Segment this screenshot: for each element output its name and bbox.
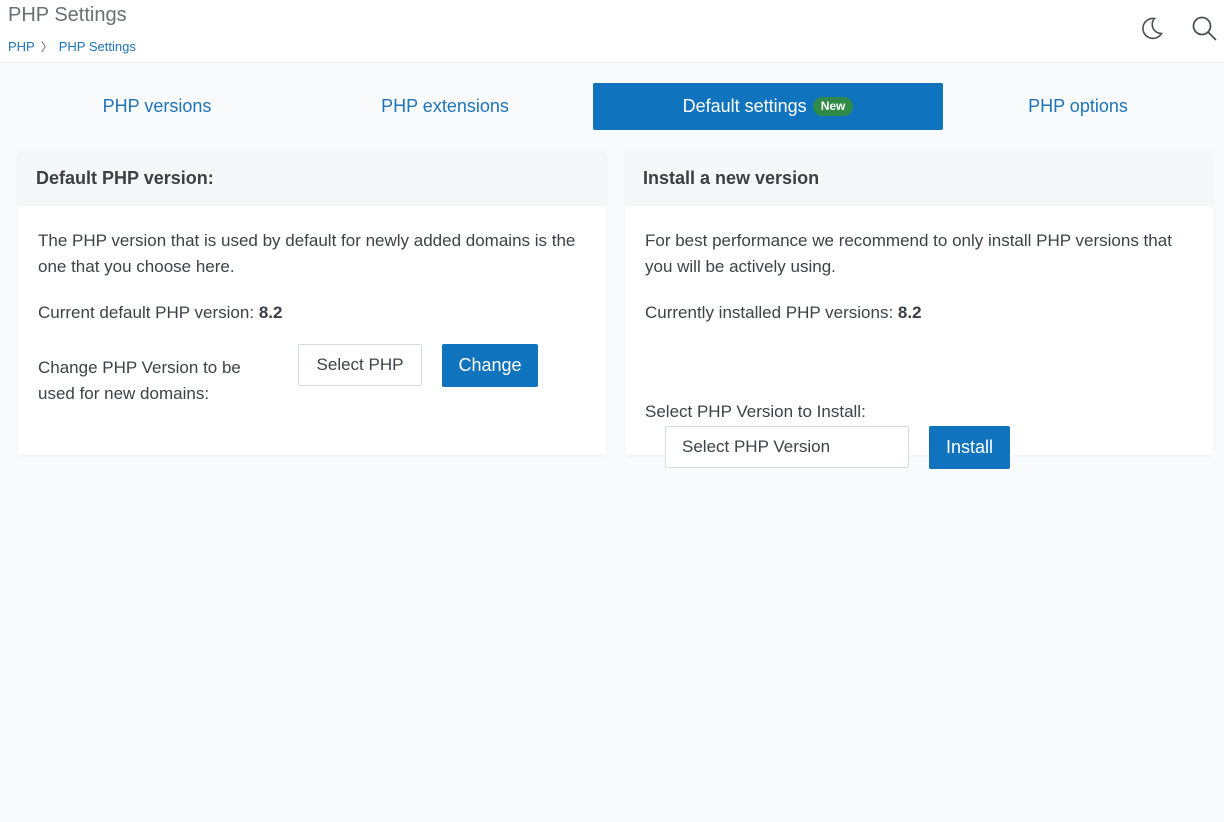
- card-description: The PHP version that is used by default …: [38, 231, 576, 276]
- default-php-version-card: Default PHP version: The PHP version tha…: [18, 151, 606, 455]
- change-version-label: Change PHP Version to be used for new do…: [38, 358, 241, 403]
- tab-php-options[interactable]: PHP options: [933, 83, 1223, 130]
- install-button[interactable]: Install: [929, 426, 1010, 469]
- install-version-label: Select PHP Version to Install:: [645, 402, 866, 421]
- card-title: Install a new version: [625, 151, 1213, 206]
- card-description: For best performance we recommend to onl…: [645, 231, 1172, 276]
- tab-php-extensions[interactable]: PHP extensions: [300, 83, 590, 130]
- tab-default-settings[interactable]: Default settings New: [593, 83, 943, 130]
- installed-versions-line: Currently installed PHP versions: 8.2: [645, 300, 922, 326]
- change-button[interactable]: Change: [442, 344, 538, 387]
- select-php-version-dropdown[interactable]: Select PHP Version: [665, 426, 909, 468]
- tab-php-versions[interactable]: PHP versions: [12, 83, 302, 130]
- current-version-line: Current default PHP version: 8.2: [38, 300, 282, 326]
- installed-versions-value: 8.2: [897, 303, 922, 322]
- current-version-value: 8.2: [258, 303, 283, 322]
- installed-versions-label: Currently installed PHP versions:: [645, 303, 894, 322]
- current-version-label: Current default PHP version:: [38, 303, 255, 322]
- card-title: Default PHP version:: [18, 151, 606, 206]
- install-version-card: Install a new version For best performan…: [625, 151, 1213, 469]
- tab-bar: PHP versions PHP extensions Default sett…: [0, 83, 1224, 130]
- tab-label: Default settings: [682, 96, 807, 116]
- top-header: PHP Settings PHP 〉 PHP Settings: [0, 0, 1224, 63]
- breadcrumb-item-php[interactable]: PHP: [8, 39, 35, 54]
- breadcrumb-chevron-icon: 〉: [40, 40, 53, 54]
- select-php-dropdown[interactable]: Select PHP: [298, 344, 422, 386]
- tab-label: PHP extensions: [381, 96, 509, 116]
- tab-label: PHP versions: [102, 96, 212, 116]
- moon-icon[interactable]: [1137, 14, 1165, 42]
- page-title: PHP Settings: [8, 4, 127, 26]
- new-badge: New: [812, 97, 854, 116]
- tab-label: PHP options: [1028, 96, 1128, 116]
- breadcrumb-item-php-settings[interactable]: PHP Settings: [59, 39, 136, 54]
- search-icon[interactable]: [1190, 14, 1218, 42]
- breadcrumb: PHP 〉 PHP Settings: [8, 38, 136, 55]
